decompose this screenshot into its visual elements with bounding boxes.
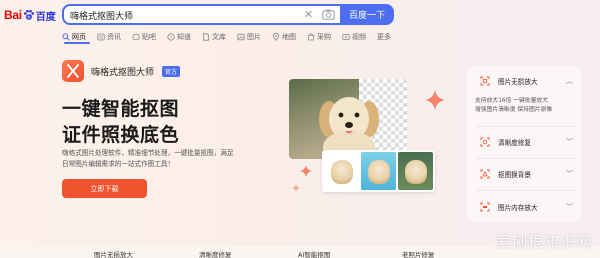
sparkle-icon bbox=[425, 90, 445, 110]
tab-zhidao[interactable]: ? 知道 bbox=[167, 30, 191, 44]
top-bar: Bai du 百度 嗨格式抠图大师 ✕ 百度一下 bbox=[0, 0, 600, 27]
chevron-down-icon[interactable]: ﹀ bbox=[566, 137, 573, 147]
news-icon bbox=[97, 33, 105, 41]
feature-label: 图片无损放大 bbox=[498, 78, 538, 86]
feature-desc-line-1: 支持放大16倍 一键批量放大 bbox=[475, 98, 548, 104]
clarity-icon bbox=[480, 137, 490, 147]
tab-label: 资讯 bbox=[107, 33, 121, 41]
feature-label: 图片内存放大 bbox=[498, 204, 538, 212]
headline-line-2: 证件照换底色 bbox=[62, 124, 180, 146]
search-query[interactable]: 嗨格式抠图大师 bbox=[70, 9, 133, 22]
sparkle-icon bbox=[300, 165, 312, 177]
shop-icon bbox=[307, 33, 315, 41]
headline-line-1: 一键智能抠图 bbox=[62, 98, 180, 120]
description-line-1: 嗨格式图片处理软件，精准细节处理，一键批量抠图，满足 bbox=[62, 149, 234, 157]
tab-map[interactable]: 地图 bbox=[272, 30, 296, 44]
tab-label: 视频 bbox=[352, 33, 366, 41]
paw-icon: du bbox=[23, 9, 34, 20]
tab-label: 文库 bbox=[212, 33, 226, 41]
thumbnail-blue[interactable] bbox=[361, 152, 396, 190]
upscale-icon bbox=[480, 76, 490, 86]
logo-du: 百度 bbox=[35, 11, 56, 23]
tab-label: 更多 bbox=[377, 33, 391, 41]
dog-thumbnail bbox=[405, 160, 427, 184]
thumbnail-green[interactable] bbox=[398, 152, 433, 190]
svg-text:du: du bbox=[26, 15, 32, 20]
sparkle-icon bbox=[292, 184, 300, 192]
chevron-down-icon[interactable]: ﹀ bbox=[566, 202, 573, 212]
search-button[interactable]: 百度一下 bbox=[340, 4, 394, 25]
official-badge: 官方 bbox=[162, 66, 181, 77]
tab-label: 网页 bbox=[72, 33, 86, 41]
tab-wenku[interactable]: 文库 bbox=[202, 30, 226, 44]
doc-icon bbox=[203, 33, 209, 41]
tab-news[interactable]: 资讯 bbox=[97, 30, 121, 44]
dog-thumbnail bbox=[331, 160, 353, 184]
bottom-feature-3[interactable]: AI智能抠图 bbox=[298, 250, 330, 258]
search-input[interactable]: 嗨格式抠图大师 ✕ bbox=[62, 4, 340, 25]
memory-icon bbox=[480, 202, 490, 212]
feature-item-clarity-repair[interactable]: 清晰度修复 ﹀ bbox=[467, 127, 581, 157]
dog-image bbox=[319, 97, 379, 159]
showcase-image[interactable] bbox=[289, 79, 407, 159]
tab-more[interactable]: 更多 bbox=[377, 30, 391, 44]
tab-label: 图片 bbox=[247, 33, 261, 41]
feature-item-memory-upscale[interactable]: 图片内存放大 ﹀ bbox=[467, 192, 581, 222]
logo-text: Bai bbox=[4, 8, 22, 22]
search-tabs: 网页 资讯 贴吧 ? 知道 文库 图片 地图 采购 视频 更多 bbox=[62, 30, 402, 44]
bottom-feature-4[interactable]: 老照片修复 bbox=[402, 250, 435, 258]
download-button[interactable]: 立即下载 bbox=[62, 179, 147, 198]
tab-image[interactable]: 图片 bbox=[237, 30, 261, 44]
search-icon bbox=[62, 33, 70, 41]
tab-video[interactable]: 视频 bbox=[342, 30, 366, 44]
divider bbox=[475, 190, 575, 191]
scissors-icon bbox=[67, 64, 79, 78]
image-icon bbox=[237, 33, 245, 41]
clear-icon[interactable]: ✕ bbox=[304, 8, 313, 22]
video-icon bbox=[342, 34, 350, 40]
tab-label: 采购 bbox=[317, 33, 331, 41]
watermark-text: 爱刨根知识网 bbox=[496, 233, 593, 251]
active-tab-indicator bbox=[64, 42, 90, 44]
bottom-feature-1[interactable]: 图片无损放大 bbox=[94, 250, 133, 258]
camera-icon[interactable] bbox=[322, 9, 335, 20]
feature-desc-line-2: 增强图片清晰度 保持图片原像 bbox=[475, 107, 553, 113]
feature-item-lossless-upscale[interactable]: 图片无损放大 ︿ bbox=[467, 66, 581, 96]
app-name[interactable]: 嗨格式抠图大师 bbox=[91, 65, 154, 78]
tab-shop[interactable]: 采购 bbox=[307, 30, 331, 44]
question-icon: ? bbox=[167, 33, 175, 41]
thumbnail-strip bbox=[322, 150, 435, 192]
tab-label: 贴吧 bbox=[142, 33, 156, 41]
cutout-icon bbox=[480, 169, 490, 179]
dog-thumbnail bbox=[368, 160, 390, 184]
feature-item-cutout-background[interactable]: 抠图换背景 ﹀ bbox=[467, 159, 581, 189]
tab-label: 知道 bbox=[177, 33, 191, 41]
chevron-up-icon[interactable]: ︿ bbox=[566, 76, 573, 86]
thumbnail-white[interactable] bbox=[324, 152, 359, 190]
tab-tieba[interactable]: 贴吧 bbox=[132, 30, 156, 44]
baidu-logo[interactable]: Bai du 百度 bbox=[4, 7, 56, 23]
tieba-icon bbox=[132, 33, 140, 41]
description-line-2: 日常图片编辑需求的一站式作图工具！ bbox=[62, 160, 175, 168]
feature-label: 清晰度修复 bbox=[498, 139, 531, 147]
map-icon bbox=[272, 33, 280, 41]
tab-label: 地图 bbox=[282, 33, 296, 41]
app-logo-icon[interactable] bbox=[62, 60, 84, 82]
chevron-down-icon[interactable]: ﹀ bbox=[566, 169, 573, 179]
feature-label: 抠图换背景 bbox=[498, 171, 531, 179]
bottom-feature-2[interactable]: 清晰度修复 bbox=[199, 250, 232, 258]
